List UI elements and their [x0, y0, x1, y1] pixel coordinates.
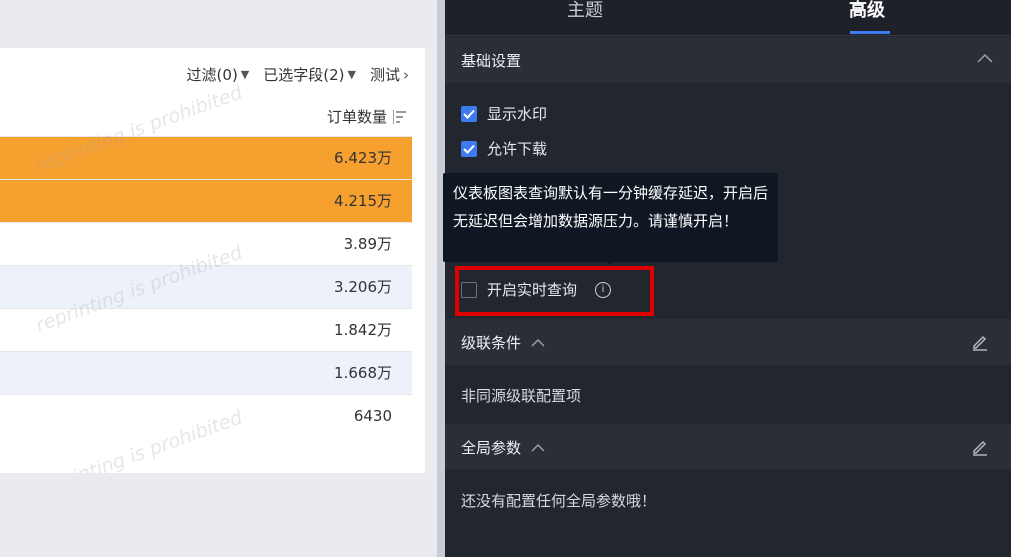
edit-icon[interactable]	[971, 333, 989, 351]
chevron-right-icon: ›	[403, 65, 409, 84]
table-row[interactable]: 1.842万	[0, 308, 412, 351]
global-params-body: 还没有配置任何全局参数哦！	[445, 470, 1011, 557]
cell-value: 1.668万	[334, 364, 392, 382]
table-row[interactable]: 3.89万	[0, 222, 412, 265]
section-title: 全局参数	[461, 438, 522, 457]
table-body: 6.423万 4.215万 3.89万 3.206万 1.842万 1.668万…	[0, 136, 412, 437]
panel-tabs: 主题 高级	[445, 0, 1011, 36]
section-basic-settings[interactable]: 基础设置	[445, 37, 1011, 83]
tooltip-text: 仪表板图表查询默认有一分钟缓存延迟，开启后无延迟但会增加数据源压力。请谨慎开启！	[453, 184, 769, 230]
table-row[interactable]: 6.423万	[0, 136, 412, 179]
column-header-order-count[interactable]: 订单数量	[327, 106, 407, 127]
chevron-up-icon[interactable]	[531, 443, 545, 452]
section-title: 级联条件	[461, 333, 522, 352]
section-title: 基础设置	[461, 51, 522, 70]
section-global-params[interactable]: 全局参数	[445, 424, 1011, 470]
column-header-label: 订单数量	[326, 108, 387, 126]
checkbox-checked-icon[interactable]	[461, 105, 477, 122]
checkbox-show-watermark[interactable]: 显示水印	[461, 103, 547, 124]
section-cascade-conditions[interactable]: 级联条件	[445, 319, 1011, 365]
selected-fields-dropdown[interactable]: 已选字段(2) ▼	[263, 64, 356, 85]
table-row[interactable]: 3.206万	[0, 265, 412, 308]
cell-value: 1.842万	[334, 321, 392, 339]
table-row[interactable]: 6430	[0, 394, 412, 437]
tooltip-arrow	[605, 260, 615, 265]
filter-label: 过滤(0)	[186, 66, 238, 84]
table-row[interactable]: 4.215万	[0, 179, 412, 222]
checkbox-checked-icon[interactable]	[461, 140, 477, 157]
table-area: 过滤(0) ▼ 已选字段(2) ▼ 测试 › 订单数量 6.423万 4.215…	[0, 0, 437, 557]
realtime-query-tooltip: 仪表板图表查询默认有一分钟缓存延迟，开启后无延迟但会增加数据源压力。请谨慎开启！	[443, 173, 778, 262]
checkbox-label: 允许下载	[487, 140, 548, 158]
cell-value: 6.423万	[334, 149, 392, 167]
global-params-text: 还没有配置任何全局参数哦！	[461, 492, 657, 510]
chevron-up-icon[interactable]	[977, 53, 993, 63]
test-link[interactable]: 测试 ›	[370, 64, 409, 85]
cell-value: 6430	[353, 407, 392, 425]
table-card: 过滤(0) ▼ 已选字段(2) ▼ 测试 › 订单数量 6.423万 4.215…	[0, 48, 425, 473]
caret-down-icon: ▼	[347, 68, 356, 81]
panel-divider[interactable]	[437, 0, 445, 557]
cascade-text: 非同源级联配置项	[461, 387, 582, 405]
cell-value: 4.215万	[334, 192, 392, 210]
highlight-box	[455, 266, 654, 316]
tab-theme[interactable]: 主题	[567, 0, 603, 22]
cell-value: 3.89万	[343, 235, 392, 253]
checkbox-allow-download[interactable]: 允许下载	[461, 138, 547, 159]
edit-icon[interactable]	[971, 438, 989, 456]
test-label: 测试	[369, 66, 400, 84]
table-toolbar: 过滤(0) ▼ 已选字段(2) ▼ 测试 ›	[187, 64, 409, 85]
chevron-up-icon[interactable]	[531, 338, 545, 347]
cell-value: 3.206万	[334, 278, 392, 296]
filter-dropdown[interactable]: 过滤(0) ▼	[187, 64, 250, 85]
caret-down-icon: ▼	[240, 68, 250, 81]
selected-fields-label: 已选字段(2)	[263, 66, 345, 84]
cascade-body: 非同源级联配置项	[445, 365, 1011, 423]
checkbox-label: 显示水印	[487, 105, 548, 123]
table-row[interactable]: 1.668万	[0, 351, 412, 394]
tab-advanced[interactable]: 高级	[849, 0, 885, 22]
active-tab-indicator	[850, 31, 890, 34]
sort-icon[interactable]	[393, 109, 407, 124]
